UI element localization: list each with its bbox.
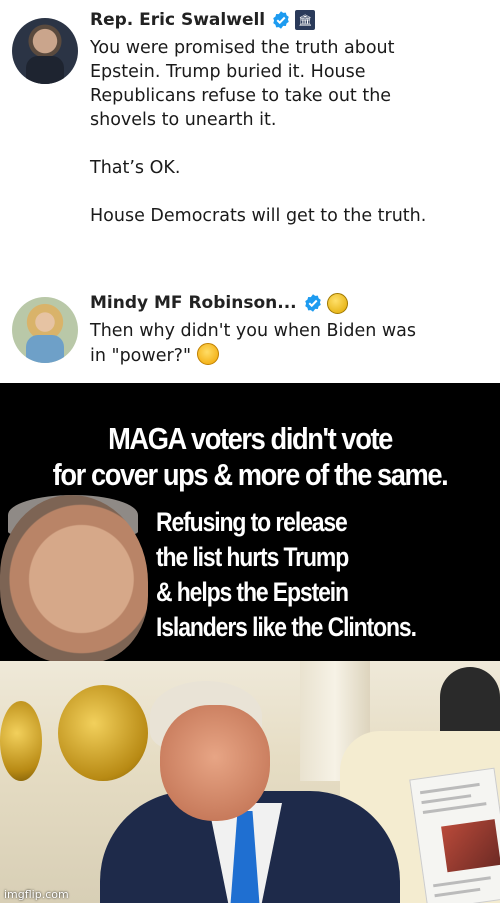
government-building-icon: 🏛 bbox=[295, 10, 316, 30]
tweet-screenshot: Rep. Eric Swalwell 🏛 You were promised t… bbox=[0, 0, 500, 383]
tweet-text: Then why didn't you when Biden was in "p… bbox=[90, 321, 417, 366]
author-name[interactable]: Mindy MF Robinson... bbox=[90, 293, 297, 313]
verified-icon bbox=[304, 294, 321, 312]
meme-subcaption: Refusing to release the list hurts Trump… bbox=[156, 507, 417, 642]
gold-ornament bbox=[0, 701, 42, 781]
face bbox=[160, 705, 270, 821]
trump-oval-office-photo: imgflip.com bbox=[0, 661, 500, 903]
tweet-text: You were promised the truth about Epstei… bbox=[90, 38, 427, 226]
avatar[interactable] bbox=[12, 297, 78, 363]
avatar[interactable] bbox=[12, 18, 78, 84]
face-with-monocle-icon bbox=[197, 343, 219, 365]
verified-icon bbox=[273, 11, 289, 29]
meme-headline: MAGA voters didn't vote for cover ups & … bbox=[52, 421, 449, 492]
meme-caption-panel: MAGA voters didn't vote for cover ups & … bbox=[0, 383, 500, 661]
gold-ornament bbox=[58, 685, 148, 781]
held-document bbox=[409, 767, 500, 903]
author-name[interactable]: Rep. Eric Swalwell bbox=[90, 10, 265, 30]
gold-coin-icon bbox=[326, 292, 348, 314]
imgflip-watermark: imgflip.com bbox=[4, 888, 69, 901]
